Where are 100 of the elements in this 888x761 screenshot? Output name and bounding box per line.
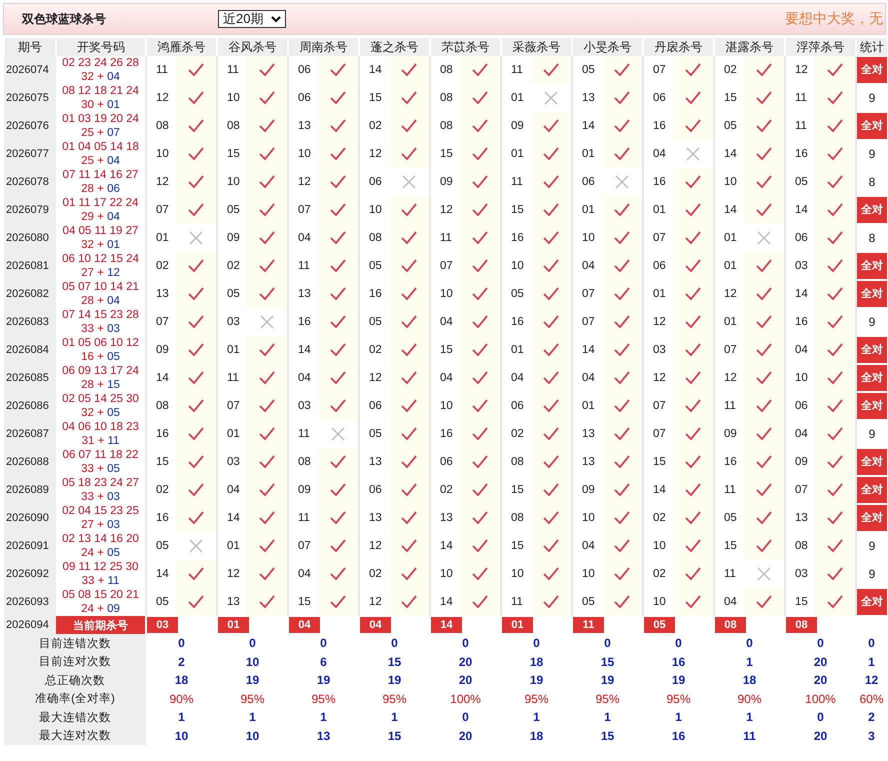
check-icon (827, 455, 843, 470)
all-correct-badge: 全对 (857, 505, 887, 531)
check-icon (827, 483, 843, 498)
stat-value: 95% (665, 690, 692, 708)
kill-number: 11 (288, 420, 318, 448)
period-cell: 2026086 (4, 392, 56, 420)
stat-value: 6 (319, 654, 328, 671)
check-icon (756, 259, 772, 274)
check-icon (188, 399, 204, 414)
check-icon (756, 147, 772, 162)
stat-value: 95% (381, 690, 408, 708)
all-correct-badge: 全对 (857, 589, 887, 615)
check-icon (827, 315, 843, 330)
draw-numbers: 05 08 15 20 21 24 + 09 (56, 588, 146, 616)
current-kill-number: 05 (644, 617, 675, 633)
kill-number: 01 (146, 224, 176, 252)
stat-value: 15 (386, 728, 402, 745)
check-icon (472, 539, 488, 554)
stat-value: 1 (745, 654, 754, 671)
check-icon (827, 287, 843, 302)
kill-number: 01 (501, 84, 531, 112)
draw-numbers: 04 06 10 18 23 31 + 11 (56, 420, 146, 448)
stat-value: 18 (528, 728, 544, 745)
current-kill-number: 14 (431, 617, 462, 633)
stat-value: 0 (146, 634, 217, 652)
check-icon (401, 483, 417, 498)
check-icon (401, 91, 417, 106)
check-icon (330, 399, 346, 414)
stat-value: 0 (319, 635, 328, 652)
stat-value: 0 (461, 709, 470, 726)
check-icon (472, 231, 488, 246)
check-icon (188, 343, 204, 358)
check-icon (827, 511, 843, 526)
check-icon (614, 203, 630, 218)
check-icon (188, 175, 204, 190)
cross-icon (756, 567, 772, 582)
stat-value: 11 (742, 728, 757, 745)
column-header: 蓬之杀号 (359, 38, 430, 56)
stat-value: 95% (239, 690, 266, 708)
hit-count: 9 (868, 539, 876, 553)
stat-value: 1 (603, 709, 612, 726)
check-icon (259, 567, 275, 582)
check-icon (543, 539, 559, 554)
check-icon (756, 91, 772, 106)
check-icon (756, 427, 772, 442)
stat-value: 20 (812, 728, 828, 745)
stat-value: 0 (816, 635, 825, 652)
current-kill-number: 01 (218, 617, 249, 633)
check-icon (330, 119, 346, 134)
period-select[interactable]: 近20期 (218, 10, 286, 28)
period-cell: 2026080 (4, 224, 56, 252)
check-icon (188, 315, 204, 330)
check-icon (614, 343, 630, 358)
check-icon (188, 147, 204, 162)
check-icon (827, 203, 843, 218)
period-cell: 2026088 (4, 448, 56, 476)
check-icon (401, 119, 417, 134)
cross-icon (401, 175, 417, 190)
check-icon (330, 595, 346, 610)
stat-value: 16 (670, 728, 686, 745)
check-icon (330, 203, 346, 218)
check-icon (472, 427, 488, 442)
period-cell: 2026092 (4, 560, 56, 588)
check-icon (401, 287, 417, 302)
check-icon (401, 63, 417, 78)
check-icon (614, 63, 630, 78)
check-icon (827, 371, 843, 386)
stat-label: 最大连对次数 (4, 726, 146, 745)
check-icon (614, 119, 630, 134)
period-cell: 2026082 (4, 280, 56, 308)
check-icon (685, 203, 701, 218)
check-icon (330, 567, 346, 582)
hit-count: 9 (868, 427, 876, 441)
check-icon (259, 119, 275, 134)
check-icon (543, 343, 559, 358)
period-cell: 2026079 (4, 196, 56, 224)
check-icon (188, 567, 204, 582)
draw-numbers: 06 10 12 15 24 27 + 12 (56, 252, 146, 280)
all-correct-badge: 全对 (857, 449, 887, 475)
check-icon (827, 231, 843, 246)
kill-number: 11 (714, 560, 744, 588)
check-icon (543, 119, 559, 134)
cross-icon (543, 91, 559, 106)
check-icon (827, 343, 843, 358)
check-icon (472, 91, 488, 106)
stat-value: 100% (449, 690, 482, 708)
check-icon (188, 91, 204, 106)
stat-value: 0 (867, 635, 876, 652)
check-icon (472, 343, 488, 358)
draw-numbers: 01 03 19 20 24 25 + 07 (56, 112, 146, 140)
check-icon (188, 287, 204, 302)
draw-numbers: 02 04 15 23 25 27 + 03 (56, 504, 146, 532)
check-icon (614, 315, 630, 330)
current-kill-number: 01 (502, 617, 533, 633)
hit-count: 9 (868, 315, 876, 329)
stat-value: 95% (523, 690, 550, 708)
check-icon (827, 147, 843, 162)
stat-value: 0 (816, 709, 825, 726)
check-icon (685, 91, 701, 106)
check-icon (543, 315, 559, 330)
